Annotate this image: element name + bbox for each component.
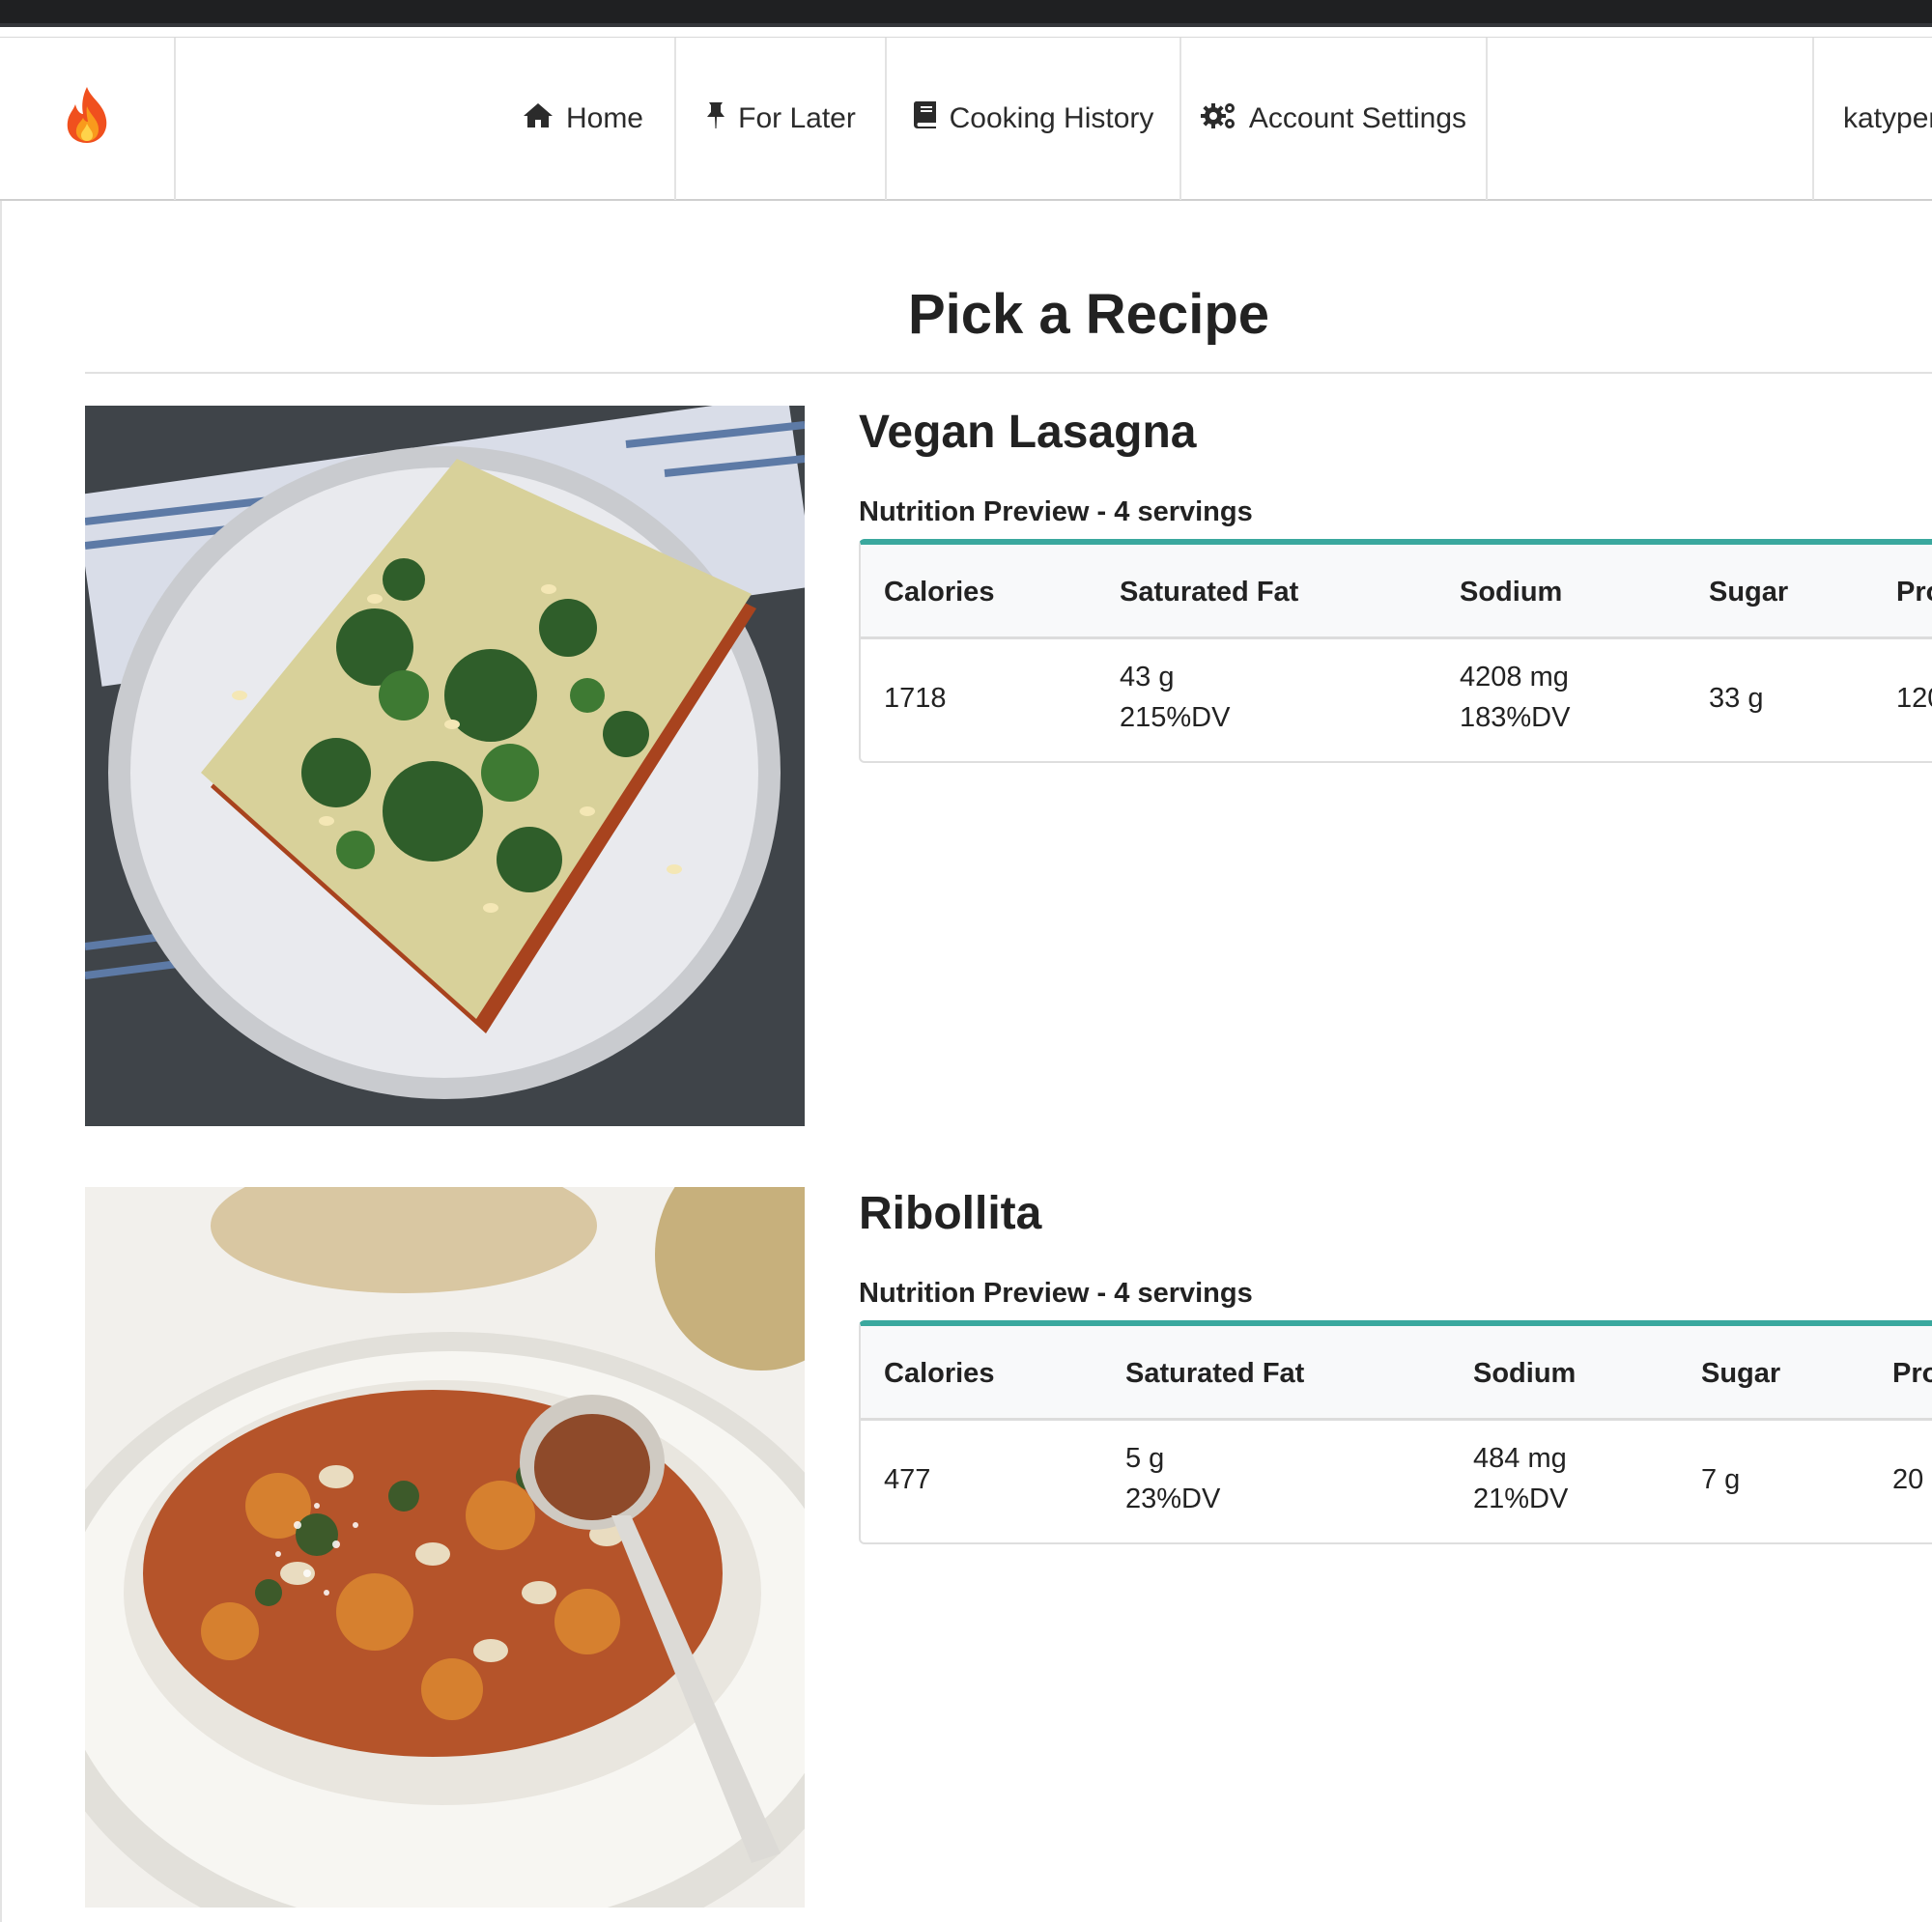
value-sodium: 484 mg 21%DV [1473, 1438, 1568, 1519]
browser-top-bar [0, 0, 1932, 27]
value-sugar: 33 g [1709, 683, 1764, 714]
header-calories: Calories [884, 577, 995, 608]
saturated-fat-dv: 23%DV [1125, 1484, 1221, 1514]
nutrition-preview-label: Nutrition Preview - 4 servings [859, 1278, 1253, 1309]
main-content: Pick a Recipe Vegan Lasagna Nutrition Pr… [0, 201, 1932, 1922]
nav-for-later-label: For Later [738, 102, 856, 134]
book-icon [913, 100, 938, 137]
header-calories: Calories [884, 1358, 995, 1389]
value-protein: 20 g [1892, 1464, 1932, 1495]
header-sodium: Sodium [1473, 1358, 1577, 1389]
header-saturated-fat: Saturated Fat [1125, 1358, 1305, 1389]
value-sodium: 4208 mg 183%DV [1460, 657, 1570, 738]
nutrition-preview-label: Nutrition Preview - 4 servings [859, 496, 1253, 527]
recipe-title[interactable]: Ribollita [859, 1187, 1041, 1240]
sodium-amount: 484 mg [1473, 1443, 1567, 1474]
logo[interactable] [0, 38, 176, 200]
saturated-fat-amount: 5 g [1125, 1443, 1165, 1474]
nutrition-table: Calories Saturated Fat Sodium Sugar Pro … [859, 1320, 1932, 1544]
gears-icon [1200, 99, 1237, 138]
header-sugar: Sugar [1709, 577, 1789, 608]
nav-home[interactable]: Home [176, 38, 676, 200]
sodium-amount: 4208 mg [1460, 662, 1569, 692]
saturated-fat-amount: 43 g [1120, 662, 1175, 692]
nav-spacer [1488, 38, 1814, 200]
recipe-title[interactable]: Vegan Lasagna [859, 406, 1196, 459]
header-sugar: Sugar [1701, 1358, 1781, 1389]
user-menu[interactable]: katyper [1814, 38, 1932, 200]
recipe-card[interactable]: Ribollita Nutrition Preview - 4 servings… [85, 1187, 1932, 1908]
header-protein: Pro [1892, 1358, 1932, 1389]
value-sugar: 7 g [1701, 1464, 1741, 1495]
main-navbar: Home For Later Cooking History Account S… [0, 37, 1932, 201]
value-calories: 1718 [884, 683, 947, 714]
fire-icon [62, 85, 112, 153]
header-protein: Pro [1896, 577, 1932, 608]
sodium-dv: 183%DV [1460, 702, 1571, 733]
username: katyper [1843, 102, 1932, 134]
nutrition-table-header: Calories Saturated Fat Sodium Sugar Pro [861, 1326, 1932, 1421]
title-divider [85, 372, 1932, 374]
value-calories: 477 [884, 1464, 931, 1495]
nav-cooking-history-label: Cooking History [949, 102, 1154, 134]
value-saturated-fat: 43 g 215%DV [1120, 657, 1230, 738]
nav-for-later[interactable]: For Later [676, 38, 887, 200]
sodium-dv: 21%DV [1473, 1484, 1569, 1514]
nutrition-table-header: Calories Saturated Fat Sodium Sugar Pro [861, 545, 1932, 639]
value-protein: 120 [1896, 683, 1932, 714]
nutrition-table: Calories Saturated Fat Sodium Sugar Pro … [859, 539, 1932, 763]
value-saturated-fat: 5 g 23%DV [1125, 1438, 1220, 1519]
recipe-card[interactable]: Vegan Lasagna Nutrition Preview - 4 serv… [85, 406, 1932, 1126]
nav-home-label: Home [565, 102, 643, 134]
nav-cooking-history[interactable]: Cooking History [887, 38, 1181, 200]
nav-account-settings[interactable]: Account Settings [1181, 38, 1488, 200]
saturated-fat-dv: 215%DV [1120, 702, 1231, 733]
header-sodium: Sodium [1460, 577, 1563, 608]
home-icon [522, 101, 554, 136]
recipe-photo[interactable] [85, 406, 805, 1126]
page-title: Pick a Recipe [908, 283, 1269, 346]
nav-account-settings-label: Account Settings [1248, 102, 1467, 134]
recipe-photo[interactable] [85, 1187, 805, 1908]
pin-icon [705, 100, 726, 137]
header-saturated-fat: Saturated Fat [1120, 577, 1299, 608]
